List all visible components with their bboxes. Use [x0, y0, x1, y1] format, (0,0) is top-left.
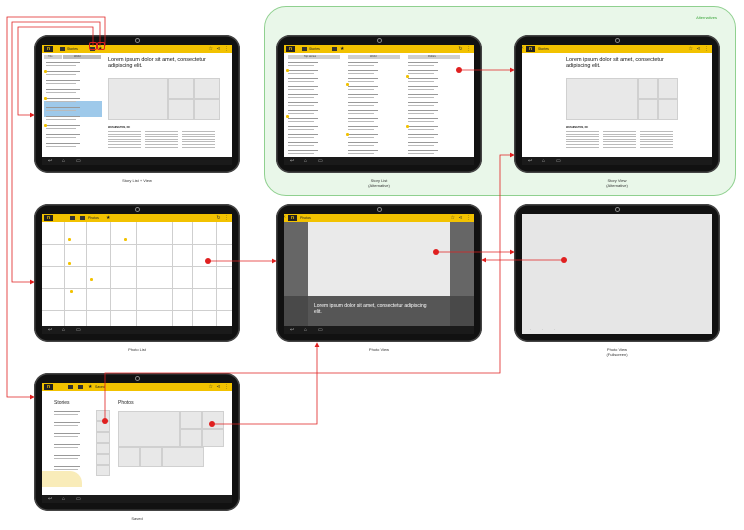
- link-stories-tab: [17, 26, 94, 118]
- link-source-marker: [89, 42, 97, 50]
- link-source-dot: [205, 258, 211, 264]
- link-source-dot: [209, 421, 215, 427]
- link-saved-story-to-view: [104, 152, 515, 421]
- link-source-dot: [102, 418, 108, 424]
- link-saved-photo-to-view: [212, 342, 320, 425]
- link-source-marker: [97, 42, 105, 50]
- navigation-links: [6, 16, 564, 425]
- link-source-dot: [456, 67, 462, 73]
- link-source-dot: [433, 249, 439, 255]
- link-saved-tab: [6, 16, 106, 400]
- link-source-dot: [561, 257, 567, 263]
- link-photos-tab: [11, 21, 101, 285]
